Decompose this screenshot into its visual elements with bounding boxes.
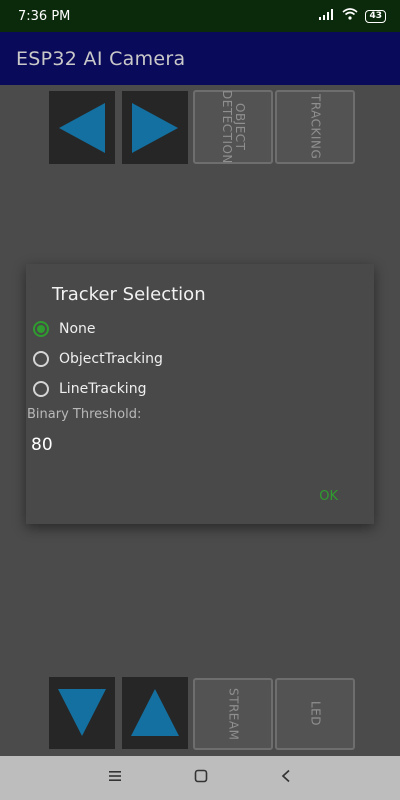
down-arrow-icon: [58, 689, 106, 736]
battery-indicator: 43: [365, 9, 386, 23]
dialog-title: Tracker Selection: [52, 284, 206, 305]
up-arrow-icon: [131, 689, 179, 736]
radio-option-line-tracking[interactable]: LineTracking: [33, 381, 146, 397]
app-title: ESP32 AI Camera: [16, 47, 186, 70]
led-label: LED: [308, 701, 323, 727]
ok-button[interactable]: OK: [319, 489, 338, 504]
status-time: 7:36 PM: [18, 8, 71, 24]
home-icon[interactable]: [194, 769, 208, 787]
stream-button[interactable]: STREAM: [193, 678, 273, 750]
radio-label: LineTracking: [59, 381, 147, 397]
status-icons: 43: [319, 8, 386, 24]
led-button[interactable]: LED: [275, 678, 355, 750]
tracking-label: TRACKING: [308, 94, 323, 160]
radio-label: None: [59, 321, 96, 337]
object-detection-label: OBJECT DETECTION: [220, 90, 247, 164]
signal-icon: [319, 8, 335, 24]
app-bar: ESP32 AI Camera: [0, 32, 400, 85]
radio-button[interactable]: [33, 351, 49, 367]
navigation-bar: [0, 756, 400, 800]
left-arrow-icon: [59, 103, 105, 153]
down-arrow-button[interactable]: [49, 677, 115, 749]
object-detection-button[interactable]: OBJECT DETECTION: [193, 90, 273, 164]
back-icon[interactable]: [280, 769, 292, 787]
radio-option-object-tracking[interactable]: ObjectTracking: [33, 351, 163, 367]
status-bar: 7:36 PM 43: [0, 0, 400, 32]
threshold-label: Binary Threshold:: [27, 407, 142, 422]
right-arrow-icon: [132, 103, 178, 153]
stream-label: STREAM: [226, 687, 241, 741]
radio-option-none[interactable]: None: [33, 321, 96, 337]
menu-icon[interactable]: [108, 770, 122, 786]
wifi-icon: [342, 8, 358, 24]
radio-button-checked[interactable]: [33, 321, 49, 337]
tracker-selection-dialog: Tracker Selection None ObjectTracking Li…: [26, 264, 374, 524]
radio-button[interactable]: [33, 381, 49, 397]
threshold-input[interactable]: 80: [31, 435, 53, 455]
left-arrow-button[interactable]: [49, 91, 115, 164]
tracking-button[interactable]: TRACKING: [275, 90, 355, 164]
right-arrow-button[interactable]: [122, 91, 188, 164]
radio-label: ObjectTracking: [59, 351, 163, 367]
up-arrow-button[interactable]: [122, 677, 188, 749]
